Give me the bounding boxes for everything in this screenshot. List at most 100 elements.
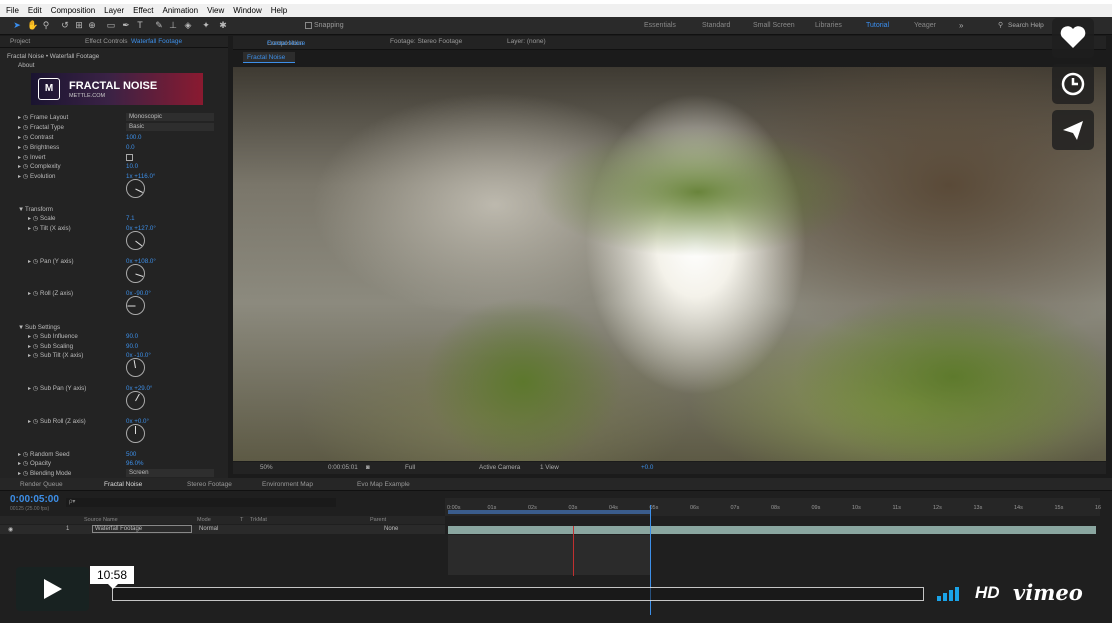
tab-layer[interactable]: Layer: (none) [507, 38, 546, 45]
menu-item-effect[interactable]: Effect [133, 6, 153, 15]
effect-prop-tilt-x-axis[interactable]: ▸ ◷ Tilt (X axis) 0x +127.0° [0, 224, 228, 233]
workspace-yeager[interactable]: Yeager [914, 22, 936, 29]
tab-evo-map-example[interactable]: Evo Map Example [357, 481, 410, 488]
prop-value[interactable]: 7.1 [126, 214, 135, 223]
effect-prop-evolution[interactable]: ▸ ◷ Evolution 1x +116.0° [0, 172, 228, 181]
type-tool-icon[interactable]: T [135, 20, 145, 30]
resolution-select[interactable]: Full [405, 464, 415, 471]
effect-prop-random-seed[interactable]: ▸ ◷ Random Seed 500 [0, 450, 228, 459]
camera-select[interactable]: Active Camera [479, 464, 520, 471]
menu-item-view[interactable]: View [207, 6, 224, 15]
workspace-standard[interactable]: Standard [702, 22, 730, 29]
menu-item-help[interactable]: Help [271, 6, 287, 15]
effect-prop-brightness[interactable]: ▸ ◷ Brightness 0.0 [0, 143, 228, 152]
tab-fractal-noise[interactable]: Fractal Noise [104, 481, 142, 488]
tilt-dial[interactable] [126, 231, 145, 250]
hd-button[interactable]: HD [975, 583, 1000, 603]
layer-mode-select[interactable]: Normal [199, 526, 218, 532]
effect-prop-contrast[interactable]: ▸ ◷ Contrast 100.0 [0, 133, 228, 142]
clone-stamp-tool-icon[interactable]: ⊥ [168, 20, 178, 30]
prop-value[interactable]: 96.0% [126, 459, 144, 468]
tab-effect-controls[interactable]: Effect Controls [85, 38, 128, 45]
eraser-tool-icon[interactable]: ◈ [183, 20, 193, 30]
like-button[interactable] [1052, 18, 1094, 58]
menu-item-file[interactable]: File [6, 6, 19, 15]
menu-item-window[interactable]: Window [233, 6, 261, 15]
effect-prop-blending-mode[interactable]: ▸ ◷ Blending Mode Screen [0, 469, 228, 478]
zoom-select[interactable]: 50% [260, 464, 273, 471]
tab-project[interactable]: Project [10, 38, 30, 45]
roto-brush-tool-icon[interactable]: ✦ [201, 20, 211, 30]
hand-tool-icon[interactable]: ✋ [27, 20, 38, 30]
composition-viewer[interactable] [233, 67, 1106, 461]
workspace-libraries[interactable]: Libraries [815, 22, 842, 29]
camera-tool-icon[interactable]: ⊞ [74, 20, 84, 30]
exposure-value[interactable]: +0.0 [641, 464, 653, 471]
timeline-search-input[interactable]: ρ▾ [66, 498, 336, 507]
zoom-tool-icon[interactable]: ⚲ [41, 20, 51, 30]
invert-checkbox[interactable] [126, 154, 133, 161]
share-button[interactable] [1052, 110, 1094, 150]
effect-prop-complexity[interactable]: ▸ ◷ Complexity 10.0 [0, 162, 228, 171]
workspace-small-screen[interactable]: Small Screen [753, 22, 795, 29]
prop-select[interactable]: Monoscopic [126, 113, 214, 121]
sub-pan-dial[interactable] [126, 391, 145, 410]
snapshot-icon[interactable]: ◙ [366, 464, 370, 471]
menu-item-animation[interactable]: Animation [162, 6, 198, 15]
table-row[interactable]: ◉ 1 Waterfall Footage Normal None [0, 525, 445, 534]
workspace-overflow-icon[interactable]: » [959, 21, 963, 30]
effect-prop-transform[interactable]: ▼ Transform [0, 205, 228, 214]
volume-icon[interactable] [937, 587, 965, 601]
prop-value[interactable]: 90.0 [126, 332, 138, 341]
evolution-dial[interactable] [126, 179, 145, 198]
workspace-tutorial[interactable]: Tutorial [866, 22, 889, 29]
rectangle-tool-icon[interactable]: ▭ [106, 20, 116, 30]
effect-prop-frame-layout[interactable]: ▸ ◷ Frame Layout Monoscopic [0, 113, 228, 122]
menu-item-composition[interactable]: Composition [51, 6, 95, 15]
effect-prop-pan-y-axis[interactable]: ▸ ◷ Pan (Y axis) 0x +108.0° [0, 257, 228, 266]
roll-dial[interactable] [126, 296, 145, 315]
effect-prop-roll-z-axis[interactable]: ▸ ◷ Roll (Z axis) 0x -90.0° [0, 289, 228, 298]
watch-later-button[interactable] [1052, 64, 1094, 104]
selection-tool-icon[interactable]: ➤ [12, 20, 22, 30]
vimeo-logo[interactable]: vimeo [1013, 580, 1083, 605]
effect-prop-scale[interactable]: ▸ ◷ Scale 7.1 [0, 214, 228, 223]
work-area-bar[interactable] [448, 510, 651, 514]
effect-prop-sub-pan-y-axis[interactable]: ▸ ◷ Sub Pan (Y axis) 0x +29.0° [0, 384, 228, 393]
comp-subtab[interactable]: Fractal Noise [243, 52, 295, 63]
effect-prop-sub-influence[interactable]: ▸ ◷ Sub Influence 90.0 [0, 332, 228, 341]
prop-select[interactable]: Basic [126, 123, 214, 131]
menu-item-edit[interactable]: Edit [28, 6, 42, 15]
visibility-eye-icon[interactable]: ◉ [8, 526, 13, 533]
workspace-essentials[interactable]: Essentials [644, 22, 676, 29]
view-layout-select[interactable]: 1 View [540, 464, 559, 471]
puppet-tool-icon[interactable]: ✱ [218, 20, 228, 30]
layer-name[interactable]: Waterfall Footage [92, 525, 192, 533]
layer-duration-bar[interactable] [448, 526, 1096, 534]
effect-prop-sub-settings[interactable]: ▼ Sub Settings [0, 323, 228, 332]
sub-roll-dial[interactable] [126, 424, 145, 443]
brush-tool-icon[interactable]: ✎ [154, 20, 164, 30]
current-time-display[interactable]: 0:00:05:01 [328, 464, 358, 471]
snapping-checkbox[interactable] [305, 22, 312, 29]
layer-parent-select[interactable]: None [384, 526, 398, 532]
prop-value[interactable]: 0.0 [126, 143, 135, 152]
tab-stereo-footage[interactable]: Stereo Footage [187, 481, 232, 488]
effect-prop-sub-scaling[interactable]: ▸ ◷ Sub Scaling 90.0 [0, 342, 228, 351]
effect-prop-sub-tilt-x-axis[interactable]: ▸ ◷ Sub Tilt (X axis) 0x -10.0° [0, 351, 228, 360]
effect-prop-fractal-type[interactable]: ▸ ◷ Fractal Type Basic [0, 123, 228, 132]
tab-render-queue[interactable]: Render Queue [20, 481, 63, 488]
prop-value[interactable]: 500 [126, 450, 136, 459]
pan-behind-tool-icon[interactable]: ⊕ [87, 20, 97, 30]
effect-prop-opacity[interactable]: ▸ ◷ Opacity 96.0% [0, 459, 228, 468]
tab-footage[interactable]: Footage: Stereo Footage [390, 38, 462, 45]
prop-select[interactable]: Screen [126, 469, 214, 477]
progress-bar[interactable] [112, 587, 924, 601]
menu-item-layer[interactable]: Layer [104, 6, 124, 15]
rotate-tool-icon[interactable]: ↺ [60, 20, 70, 30]
pen-tool-icon[interactable]: ✒ [121, 20, 131, 30]
search-help-input[interactable]: Search Help [1008, 22, 1044, 29]
prop-value[interactable]: 10.0 [126, 162, 138, 171]
play-button[interactable] [16, 567, 89, 611]
tab-environment-map[interactable]: Environment Map [262, 481, 313, 488]
